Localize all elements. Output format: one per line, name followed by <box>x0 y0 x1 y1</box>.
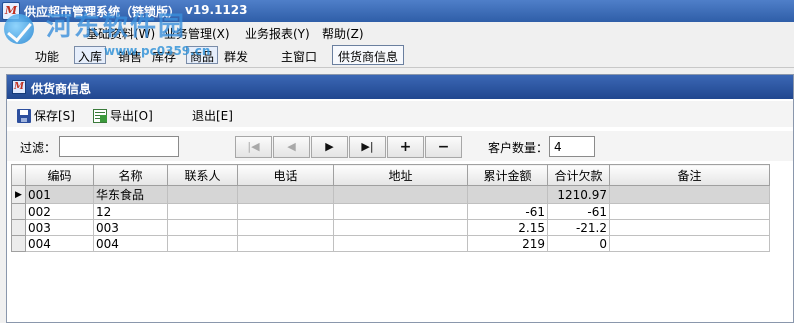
nav-next-button[interactable]: ▶ <box>311 136 348 158</box>
cell-total-amount[interactable]: 2.15 <box>467 219 548 236</box>
window-title: 供货商信息 <box>31 82 92 96</box>
column-header-remark[interactable]: 备注 <box>609 164 770 186</box>
cell-code[interactable]: 004 <box>25 235 94 252</box>
cell-remark[interactable] <box>609 235 770 252</box>
filter-input[interactable] <box>59 136 179 157</box>
save-icon <box>17 108 31 123</box>
nav-first-button[interactable]: |◀ <box>235 136 272 158</box>
cell-address[interactable] <box>333 203 468 220</box>
row-indicator <box>11 235 26 252</box>
cell-address[interactable] <box>333 219 468 236</box>
cell-total-amount[interactable] <box>467 185 548 204</box>
cell-phone[interactable] <box>237 185 334 204</box>
column-header-address[interactable]: 地址 <box>333 164 468 186</box>
grid-header-row: 编码 名称 联系人 电话 地址 累计金额 合计欠款 备注 <box>11 164 770 186</box>
cell-contact[interactable] <box>167 203 238 220</box>
exit-button[interactable]: 退出[E] <box>192 107 233 124</box>
cell-total-amount[interactable]: -61 <box>467 203 548 220</box>
customer-count-label: 客户数量： <box>488 141 549 155</box>
column-header-code[interactable]: 编码 <box>25 164 94 186</box>
cell-phone[interactable] <box>237 219 334 236</box>
cell-name[interactable]: 004 <box>93 235 168 252</box>
cell-remark[interactable] <box>609 219 770 236</box>
cell-total-debt[interactable]: -61 <box>547 203 610 220</box>
window-icon: M <box>12 80 26 94</box>
cell-address[interactable] <box>333 185 468 204</box>
column-header-total-debt[interactable]: 合计欠款 <box>547 164 610 186</box>
cell-name[interactable]: 华东食品 <box>93 185 168 204</box>
exit-label: 退出[E] <box>192 109 233 123</box>
cell-code[interactable]: 002 <box>25 203 94 220</box>
table-row[interactable]: 003 003 2.15 -21.2 <box>11 219 770 236</box>
cell-code[interactable]: 003 <box>25 219 94 236</box>
cell-remark[interactable] <box>609 185 770 204</box>
column-header-total-amount[interactable]: 累计金额 <box>467 164 548 186</box>
column-header-phone[interactable]: 电话 <box>237 164 334 186</box>
cell-remark[interactable] <box>609 203 770 220</box>
cell-contact[interactable] <box>167 235 238 252</box>
cell-contact[interactable] <box>167 185 238 204</box>
cell-total-amount[interactable]: 219 <box>467 235 548 252</box>
row-indicator <box>11 203 26 220</box>
export-label: 导出[O] <box>110 109 153 123</box>
cell-code[interactable]: 001 <box>25 185 94 204</box>
column-header-name[interactable]: 名称 <box>93 164 168 186</box>
tab-supplier-info[interactable]: 供货商信息 <box>332 45 405 65</box>
cell-name[interactable]: 12 <box>93 203 168 220</box>
row-indicator <box>11 219 26 236</box>
toolbar-function[interactable]: 功能 <box>35 48 59 65</box>
action-bar: 保存[S] 导出[O] 退出[E] <box>7 101 793 127</box>
save-label: 保存[S] <box>34 109 75 123</box>
cell-phone[interactable] <box>237 235 334 252</box>
watermark-title: 河东软件园 <box>46 12 187 42</box>
supplier-window: M 供货商信息 保存[S] 导出[O] 退出[E] 过滤： |◀ ◀ ▶ ▶| … <box>6 74 794 323</box>
cell-contact[interactable] <box>167 219 238 236</box>
filter-bar: 过滤： |◀ ◀ ▶ ▶| + − 客户数量： <box>7 131 793 161</box>
app-version: v19.1123 <box>185 3 248 17</box>
cell-name[interactable]: 003 <box>93 219 168 236</box>
menu-help[interactable]: 帮助(Z) <box>322 25 364 42</box>
export-icon <box>93 108 107 123</box>
row-indicator-icon: ▶ <box>11 185 26 204</box>
cell-total-debt[interactable]: 0 <box>547 235 610 252</box>
grid-corner <box>11 164 26 186</box>
cell-address[interactable] <box>333 235 468 252</box>
add-record-button[interactable]: + <box>387 136 424 158</box>
supplier-grid: 编码 名称 联系人 电话 地址 累计金额 合计欠款 备注 ▶ 001 华东食品 … <box>11 164 770 252</box>
cell-phone[interactable] <box>237 203 334 220</box>
nav-prev-button[interactable]: ◀ <box>273 136 310 158</box>
table-row[interactable]: 004 004 219 0 <box>11 235 770 252</box>
toolbar-wholesale[interactable]: 群发 <box>224 48 248 65</box>
cell-total-debt[interactable]: 1210.97 <box>547 185 610 204</box>
filter-label: 过滤： <box>20 141 57 155</box>
nav-last-button[interactable]: ▶| <box>349 136 386 158</box>
column-header-contact[interactable]: 联系人 <box>167 164 238 186</box>
table-row[interactable]: ▶ 001 华东食品 1210.97 <box>11 185 770 204</box>
customer-count-field[interactable] <box>549 136 595 157</box>
window-title-bar: M 供货商信息 <box>7 75 793 99</box>
menu-reports[interactable]: 业务报表(Y) <box>245 25 310 42</box>
toolbar-stock-in[interactable]: 入库 <box>74 46 107 64</box>
cell-total-debt[interactable]: -21.2 <box>547 219 610 236</box>
table-row[interactable]: 002 12 -61 -61 <box>11 203 770 220</box>
save-button[interactable]: 保存[S] <box>17 107 75 124</box>
watermark-logo <box>4 14 34 44</box>
export-button[interactable]: 导出[O] <box>93 107 153 124</box>
delete-record-button[interactable]: − <box>425 136 462 158</box>
tab-main-window[interactable]: 主窗口 <box>275 45 323 65</box>
watermark-url: www.pc0359.cn <box>104 44 211 58</box>
